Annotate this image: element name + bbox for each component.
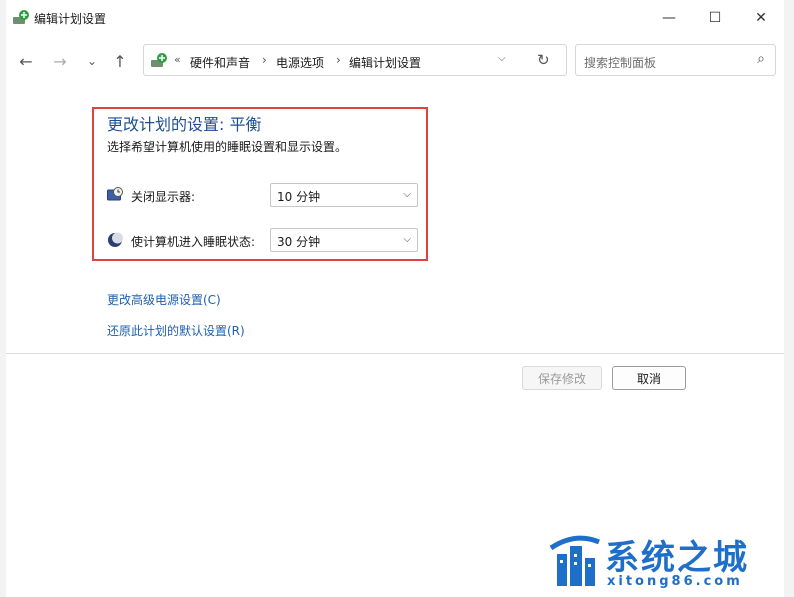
close-button[interactable]: ✕ — [738, 0, 784, 36]
search-control-panel-input[interactable]: 搜索控制面板 ⌕ — [575, 44, 776, 76]
minimize-icon: — — [662, 10, 676, 26]
forward-button[interactable]: → — [48, 50, 72, 72]
restore-defaults-link[interactable]: 还原此计划的默认设置(R) — [107, 322, 245, 339]
address-bar[interactable]: « 硬件和声音 › 电源选项 › 编辑计划设置 ⌵ ↻ — [143, 44, 567, 76]
advanced-power-settings-link[interactable]: 更改高级电源设置(C) — [107, 291, 221, 308]
divider — [6, 353, 784, 354]
display-clock-icon — [107, 187, 123, 201]
chevron-down-icon: ⌄ — [86, 54, 98, 68]
sleep-label: 使计算机进入睡眠状态: — [131, 235, 256, 249]
moon-icon — [108, 232, 123, 247]
maximize-button[interactable]: ☐ — [692, 0, 738, 36]
minimize-button[interactable]: — — [646, 0, 692, 36]
address-overflow-icon[interactable]: « — [174, 53, 181, 66]
watermark-title: 系统之城 — [605, 538, 749, 578]
refresh-icon[interactable]: ↻ — [537, 51, 550, 69]
maximize-icon: ☐ — [708, 10, 722, 26]
forward-arrow-icon: → — [53, 51, 67, 71]
back-button[interactable]: ← — [14, 50, 38, 72]
power-options-icon — [13, 10, 29, 24]
address-dropdown-icon[interactable]: ⌵ — [498, 53, 506, 64]
turn-off-display-value: 10 分钟 — [277, 190, 321, 204]
chevron-down-icon: ⌵ — [403, 189, 411, 200]
breadcrumb-power-options[interactable]: 电源选项 — [276, 54, 324, 71]
close-icon: ✕ — [755, 10, 767, 26]
cancel-button[interactable]: 取消 — [612, 366, 686, 390]
save-button[interactable]: 保存修改 — [522, 366, 602, 390]
turn-off-display-label: 关闭显示器: — [131, 190, 196, 204]
power-options-icon — [151, 53, 167, 67]
search-icon[interactable]: ⌕ — [757, 51, 765, 67]
sleep-value: 30 分钟 — [277, 235, 321, 249]
window-title: 编辑计划设置 — [34, 12, 107, 26]
page-title: 更改计划的设置: 平衡 — [107, 115, 262, 134]
up-arrow-icon: ↑ — [113, 51, 127, 71]
edit-plan-window: 编辑计划设置 — ☐ ✕ ← → ⌄ ↑ « 硬件和声音 › 电源选项 › 编辑… — [6, 0, 784, 597]
background-window-edge-right — [783, 0, 794, 597]
title-bar: 编辑计划设置 — ☐ ✕ — [6, 0, 784, 36]
chevron-down-icon: ⌵ — [403, 234, 411, 245]
watermark-logo: 系统之城 xitong86.com — [545, 526, 785, 594]
navigation-bar: ← → ⌄ ↑ « 硬件和声音 › 电源选项 › 编辑计划设置 ⌵ ↻ 搜索控制… — [6, 40, 784, 80]
breadcrumb-separator-icon[interactable]: › — [336, 53, 341, 67]
breadcrumb-hardware-sound[interactable]: 硬件和声音 — [190, 54, 250, 71]
watermark-url: xitong86.com — [607, 574, 743, 589]
search-placeholder: 搜索控制面板 — [584, 56, 657, 70]
back-arrow-icon: ← — [19, 51, 33, 71]
city-logo-icon — [549, 535, 600, 586]
up-button[interactable]: ↑ — [108, 50, 132, 72]
recent-locations-button[interactable]: ⌄ — [80, 50, 104, 72]
breadcrumb-separator-icon[interactable]: › — [262, 53, 267, 67]
sleep-select[interactable]: 30 分钟 ⌵ — [270, 228, 418, 252]
breadcrumb-edit-plan[interactable]: 编辑计划设置 — [349, 54, 421, 71]
page-description: 选择希望计算机使用的睡眠设置和显示设置。 — [107, 140, 348, 154]
turn-off-display-select[interactable]: 10 分钟 ⌵ — [270, 183, 418, 207]
